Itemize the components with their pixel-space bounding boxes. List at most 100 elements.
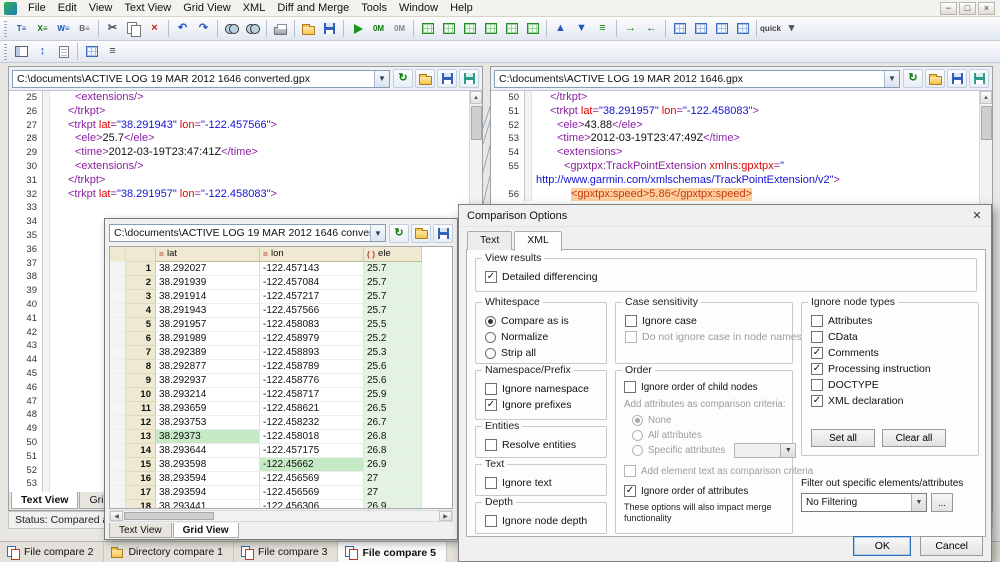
specific-attributes-dropdown[interactable]: ▼	[734, 443, 796, 458]
grid-cell-ele[interactable]: 26.7	[364, 416, 422, 430]
grid-cell-ele[interactable]: 26.9	[364, 458, 422, 472]
radio-none[interactable]: None	[632, 413, 796, 428]
cancel-button[interactable]: Cancel	[920, 536, 983, 556]
show-all-differences-icon[interactable]: ≡	[592, 19, 613, 39]
menu-window[interactable]: Window	[393, 1, 444, 15]
show-grid-view-icon[interactable]	[81, 42, 102, 62]
undo-icon[interactable]: ↶	[172, 19, 193, 39]
column-header-lat[interactable]: =lat	[156, 247, 260, 262]
save-grid-file-button[interactable]	[433, 224, 453, 243]
next-difference-icon[interactable]: ▼	[571, 19, 592, 39]
toggle-project-window-icon[interactable]	[11, 42, 32, 62]
grid-cell-lon[interactable]: -122.457566	[260, 304, 364, 318]
column-header-lon[interactable]: =lon	[260, 247, 364, 262]
checkbox-comments[interactable]: ✓Comments	[811, 345, 974, 361]
radio-normalize[interactable]: Normalize	[485, 329, 602, 345]
open-left-file-button[interactable]	[415, 69, 435, 88]
autostart-comparison-icon[interactable]: 0M	[368, 19, 389, 39]
scrollbar-thumb[interactable]	[981, 106, 992, 140]
grid-cell-lat[interactable]: 38.292389	[156, 346, 260, 360]
grid-file-path-combo[interactable]: C:\documents\ACTIVE LOG 19 MAR 2012 1646…	[109, 224, 386, 242]
grid-cell-lat[interactable]: 38.293644	[156, 444, 260, 458]
xml-grid-table-icon[interactable]	[501, 19, 522, 39]
checkbox-detailed-differencing[interactable]: ✓Detailed differencing	[485, 269, 972, 285]
print-icon[interactable]	[270, 19, 291, 39]
grid-window-tab-grid-view[interactable]: Grid View	[173, 523, 239, 538]
scroll-left-icon[interactable]: ◀	[110, 511, 123, 521]
grid-cell-lat[interactable]: 38.291914	[156, 290, 260, 304]
menu-view[interactable]: View	[83, 1, 119, 15]
comparison-tab-file-compare-2[interactable]: File compare 2	[0, 542, 104, 562]
toolbar-options-icon[interactable]: ▾	[781, 19, 802, 39]
dialog-titlebar[interactable]: Comparison Options ✕	[459, 205, 991, 227]
grid-cell-lat[interactable]: 38.293659	[156, 402, 260, 416]
checkbox-xml-declaration[interactable]: ✓XML declaration	[811, 393, 974, 409]
grid-cell-lat[interactable]: 38.291939	[156, 276, 260, 290]
open-right-file-button[interactable]	[925, 69, 945, 88]
grid-view-window[interactable]: C:\documents\ACTIVE LOG 19 MAR 2012 1646…	[104, 218, 458, 540]
xml-grid-add-child-icon[interactable]	[459, 19, 480, 39]
checkbox-cdata[interactable]: CData	[811, 329, 974, 345]
menu-file[interactable]: File	[22, 1, 52, 15]
dialog-tab-text[interactable]: Text	[467, 231, 512, 250]
grid-cell-lat[interactable]: 38.293441	[156, 500, 260, 509]
grid-cell-ele[interactable]: 25.5	[364, 318, 422, 332]
checkbox-ignore-text[interactable]: Ignore text	[485, 475, 602, 491]
show-text-view-icon[interactable]: ≡	[102, 42, 123, 62]
compare-as-binary-icon[interactable]: B≡	[74, 19, 95, 39]
grid-window-tab-text-view[interactable]: Text View	[109, 523, 172, 538]
grid-cell-lon[interactable]: -122.457217	[260, 290, 364, 304]
save-icon[interactable]	[319, 19, 340, 39]
grid-cell-ele[interactable]: 25.6	[364, 360, 422, 374]
grid-horizontal-scrollbar[interactable]: ◀ ▶	[109, 510, 453, 522]
scrollbar-thumb[interactable]	[124, 512, 214, 520]
scroll-up-icon[interactable]: ▲	[470, 91, 482, 104]
reload-left-file-button[interactable]: ↻	[393, 69, 413, 88]
table-view-icon[interactable]	[669, 19, 690, 39]
grid-cell-lon[interactable]: -122.458232	[260, 416, 364, 430]
save-left-file-as-button[interactable]	[459, 69, 479, 88]
comparison-tab-directory-compare-1[interactable]: Directory compare 1	[104, 542, 234, 562]
open-grid-file-button[interactable]	[411, 224, 431, 243]
menu-grid-view[interactable]: Grid View	[177, 1, 236, 15]
chevron-down-icon[interactable]: ▼	[374, 71, 389, 87]
ok-button[interactable]: OK	[853, 536, 911, 556]
grid-cell-ele[interactable]: 26.8	[364, 444, 422, 458]
grid-cell-ele[interactable]: 25.2	[364, 332, 422, 346]
compare-while-editing-icon[interactable]: 0M	[389, 19, 410, 39]
checkbox-add-element-text-as-comparison-criteria[interactable]: Add element text as comparison criteria	[624, 463, 813, 479]
left-tab-text-view[interactable]: Text View	[11, 492, 78, 509]
grid-cell-lat[interactable]: 38.291957	[156, 318, 260, 332]
grid-cell-ele[interactable]: 25.7	[364, 262, 422, 276]
grid-cell-lat[interactable]: 38.291943	[156, 304, 260, 318]
grid-cell-ele[interactable]: 27	[364, 486, 422, 500]
grid-cell-lon[interactable]: -122.458083	[260, 318, 364, 332]
previous-difference-icon[interactable]: ▲	[550, 19, 571, 39]
copy-icon[interactable]	[123, 19, 144, 39]
grid-cell-ele[interactable]: 25.6	[364, 374, 422, 388]
xml-grid-append-icon[interactable]	[438, 19, 459, 39]
minimize-button[interactable]: −	[940, 2, 957, 15]
checkbox-resolve-entities[interactable]: Resolve entities	[485, 437, 602, 453]
set-all-button[interactable]: Set all	[811, 429, 875, 447]
save-right-file-as-button[interactable]	[969, 69, 989, 88]
find-next-icon[interactable]	[242, 19, 263, 39]
menu-diff-and-merge[interactable]: Diff and Merge	[271, 1, 355, 15]
comparison-tab-file-compare-5[interactable]: File compare 5	[338, 542, 447, 562]
radio-specific-attributes[interactable]: Specific attributes▼	[632, 443, 796, 458]
grid-cell-ele[interactable]: 26.8	[364, 430, 422, 444]
grid-cell-lon[interactable]: -122.456569	[260, 472, 364, 486]
copy-left-to-right-icon[interactable]: →	[620, 19, 641, 39]
grid-cell-lon[interactable]: -122.458979	[260, 332, 364, 346]
checkbox-ignore-prefixes[interactable]: ✓Ignore prefixes	[485, 397, 602, 413]
grid-cell-lon[interactable]: -122.458018	[260, 430, 364, 444]
grid-cell-lon[interactable]: -122.457084	[260, 276, 364, 290]
comparison-tab-file-compare-3[interactable]: File compare 3	[234, 542, 338, 562]
grid-cell-lon[interactable]: -122.458776	[260, 374, 364, 388]
table-insert-row-icon[interactable]	[690, 19, 711, 39]
menu-xml[interactable]: XML	[237, 1, 272, 15]
checkbox-attributes[interactable]: Attributes	[811, 313, 974, 329]
grid-cell-lat[interactable]: 38.293598	[156, 458, 260, 472]
grid-cell-lon[interactable]: -122.458893	[260, 346, 364, 360]
radio-strip-all[interactable]: Strip all	[485, 345, 602, 361]
